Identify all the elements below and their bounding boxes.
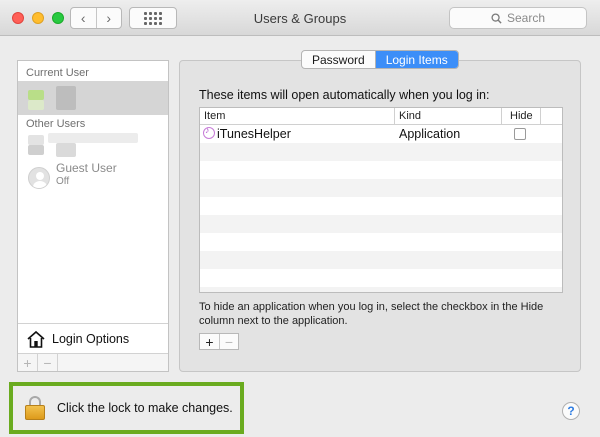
house-icon [27,330,45,348]
login-items-help-text: To hide an application when you log in, … [199,301,544,327]
login-options-label: Login Options [52,331,130,346]
hide-checkbox[interactable] [514,128,526,140]
table-row-empty [200,269,562,287]
other-users-header: Other Users [26,118,86,130]
lock-message: Click the lock to make changes. [57,401,233,415]
item-name: iTunesHelper [217,127,291,141]
guest-user-name: Guest User [56,161,117,175]
table-row-empty [200,287,562,292]
table-header: Item Kind Hide [200,108,562,125]
users-groups-window: ‹ › Users & Groups Search Current User O [0,0,600,437]
guest-user-row[interactable]: Guest User Off [28,161,117,189]
add-login-item-button[interactable]: + [200,334,219,350]
kind-cell: Application [399,127,461,141]
lock-icon[interactable] [25,396,45,420]
table-row-empty [200,233,562,251]
help-button[interactable]: ? [562,402,580,420]
login-options-item[interactable]: Login Options [18,323,168,353]
search-field[interactable]: Search [449,7,587,29]
login-items-table: Item Kind Hide iTunesHelper Application [199,107,563,293]
add-user-button[interactable]: + [18,354,38,371]
table-row[interactable]: iTunesHelper Application [200,125,562,143]
current-user-header: Current User [26,67,89,79]
other-user-name-redacted [48,133,138,143]
column-divider [394,108,395,125]
user-avatar-lower [28,100,44,110]
lock-highlight: Click the lock to make changes. [9,382,244,434]
sidebar-toolbar: + − [18,353,168,371]
table-row-empty [200,251,562,269]
user-avatar [28,90,44,100]
tab-login-items[interactable]: Login Items [374,51,458,68]
column-divider [540,108,541,125]
column-header-item[interactable]: Item [204,110,225,122]
login-items-panel: These items will open automatically when… [179,60,581,372]
tab-bar: Password Login Items [301,50,459,69]
table-row-empty [200,143,562,161]
table-row-empty [200,197,562,215]
column-header-hide[interactable]: Hide [510,110,533,122]
item-cell: iTunesHelper [203,125,291,141]
user-name-redacted [56,86,76,110]
search-placeholder: Search [506,11,546,25]
table-row-empty [200,215,562,233]
guest-user-status: Off [56,176,70,187]
login-items-toolbar: + − [199,333,239,350]
remove-user-button[interactable]: − [38,354,58,371]
current-user-row[interactable] [18,81,168,115]
other-user-detail-redacted [56,143,76,157]
login-items-intro: These items will open automatically when… [199,88,490,102]
remove-login-item-button[interactable]: − [219,334,238,350]
user-list-sidebar: Current User Other Users Guest User Off [17,60,169,372]
guest-avatar-icon [28,167,50,189]
tab-password[interactable]: Password [302,51,375,68]
other-user-avatar-lower [28,145,44,155]
column-header-kind[interactable]: Kind [399,110,421,122]
other-user-avatar [28,135,44,145]
column-divider [501,108,502,125]
table-row-empty [200,179,562,197]
title-bar: ‹ › Users & Groups Search [0,0,600,36]
itunes-icon [203,125,215,139]
table-row-empty [200,161,562,179]
magnifier-icon [491,12,502,24]
